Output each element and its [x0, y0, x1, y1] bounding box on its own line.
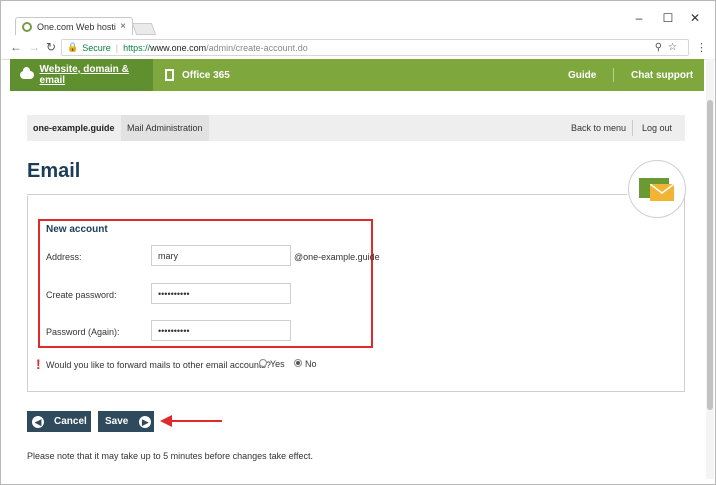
scrollbar-thumb[interactable] [707, 100, 713, 410]
nav-guide[interactable]: Guide [568, 59, 596, 91]
address-domain-suffix: @one-example.guide [294, 252, 380, 262]
office-icon [165, 69, 174, 81]
new-tab-button[interactable] [131, 23, 157, 35]
address-input[interactable]: mary [151, 245, 291, 266]
minimize-button[interactable]: – [631, 11, 647, 25]
nav-office-365[interactable]: Office 365 [165, 59, 230, 91]
page-title: Email [27, 160, 81, 182]
nav-website-domain-email[interactable]: Website, domain & email [10, 59, 153, 91]
domain-label[interactable]: one-example.guide [27, 123, 121, 133]
back-to-menu-link[interactable]: Back to menu [571, 123, 626, 133]
forward-yes-radio[interactable] [259, 359, 267, 367]
title-divider [27, 194, 627, 195]
url-path: /admin/create-account.do [206, 42, 308, 53]
close-window-button[interactable]: ✕ [687, 11, 703, 25]
save-button[interactable]: Save ▶ [98, 411, 154, 432]
site-favicon-icon [22, 21, 32, 32]
pointer-arrow-icon [160, 415, 222, 427]
cancel-button[interactable]: ◀ Cancel [27, 411, 91, 432]
site-navigation: Website, domain & email Office 365 Guide… [10, 59, 704, 91]
address-label: Address: [46, 252, 82, 262]
maximize-button[interactable]: ☐ [660, 11, 676, 25]
password-again-input[interactable]: •••••••••• [151, 320, 291, 341]
required-alert-icon: ! [36, 356, 41, 372]
section-title: New account [46, 224, 108, 235]
log-out-link[interactable]: Log out [642, 123, 672, 133]
changes-note: Please note that it may take up to 5 min… [27, 451, 314, 461]
browser-tab[interactable]: One.com Web hosting × [15, 17, 133, 35]
subheader-divider [632, 120, 633, 136]
secure-label: Secure [82, 42, 111, 53]
cancel-label: Cancel [54, 416, 87, 427]
tab-title: One.com Web hosting [37, 21, 116, 32]
forward-yes-label[interactable]: Yes [270, 359, 285, 369]
sub-header: one-example.guide Mail Administration Ba… [27, 115, 685, 141]
save-label: Save [105, 416, 129, 427]
nav-website-label: Website, domain & email [39, 64, 129, 86]
mail-administration-link[interactable]: Mail Administration [121, 115, 209, 141]
nav-divider [613, 68, 614, 82]
nav-chat-support[interactable]: Chat support [631, 59, 693, 91]
lock-icon: 🔒 [67, 42, 79, 52]
password-again-label: Password (Again): [46, 327, 120, 337]
nav-office-label: Office 365 [182, 69, 230, 81]
envelope-flap-icon [650, 184, 674, 194]
browser-menu-icon[interactable]: ⋮ [696, 41, 707, 54]
title-bar: One.com Web hosting × – ☐ ✕ [1, 1, 715, 35]
forward-no-label[interactable]: No [305, 359, 317, 369]
bookmark-star-icon[interactable]: ⚲☆ [655, 42, 683, 53]
url-host: www.one.com [150, 42, 207, 53]
arrow-right-icon: ▶ [139, 415, 152, 428]
address-bar[interactable]: 🔒 Secure | https:// www.one.com /admin/c… [61, 39, 689, 56]
address-separator: | [115, 42, 119, 53]
forward-no-radio[interactable] [294, 359, 302, 367]
browser-toolbar: ← → ↻ 🔒 Secure | https:// www.one.com /a… [1, 35, 715, 60]
reload-icon[interactable]: ↻ [44, 40, 58, 54]
create-password-input[interactable]: •••••••••• [151, 283, 291, 304]
url-scheme: https:// [123, 42, 151, 53]
create-password-label: Create password: [46, 290, 117, 300]
forward-arrow-icon[interactable]: → [27, 40, 41, 54]
tab-close-icon[interactable]: × [120, 21, 126, 32]
back-arrow-icon[interactable]: ← [9, 40, 23, 54]
forward-question: Would you like to forward mails to other… [46, 360, 271, 370]
arrow-left-icon: ◀ [32, 415, 44, 428]
cloud-icon [20, 67, 34, 79]
